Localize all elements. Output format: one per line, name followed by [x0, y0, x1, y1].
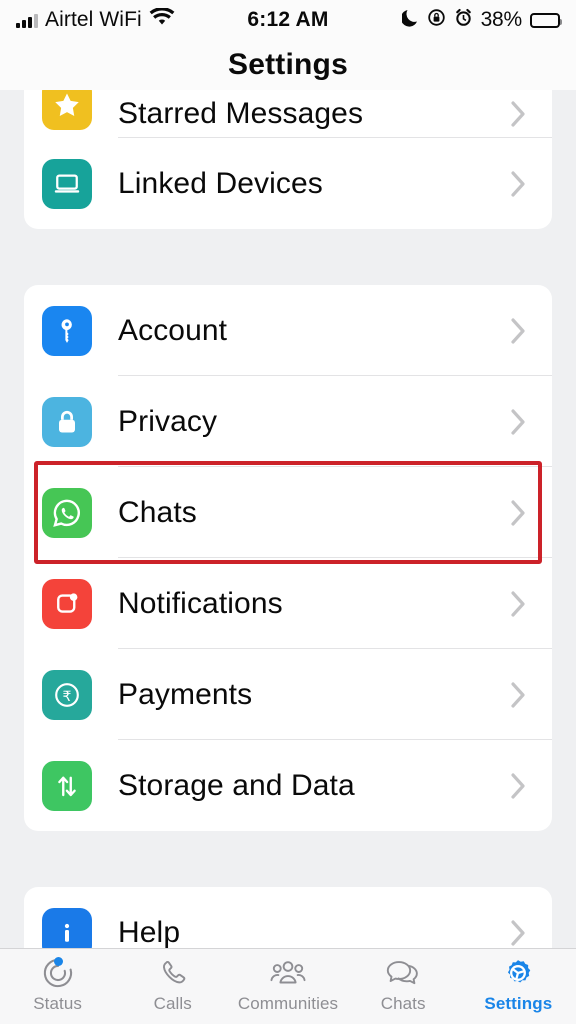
settings-row-label: Chats [118, 495, 197, 529]
settings-row-label: Notifications [118, 586, 283, 620]
key-icon [42, 305, 92, 356]
signal-bars-icon [16, 13, 38, 28]
chevron-right-icon [511, 590, 526, 617]
settings-row-storage-and-data[interactable]: Storage and Data [24, 740, 552, 831]
settings-row-label: Privacy [118, 404, 218, 438]
tab-label: Chats [380, 994, 426, 1013]
chevron-right-icon [511, 170, 526, 197]
page-title: Settings [228, 48, 348, 81]
chevron-right-icon [511, 317, 526, 344]
settings-row-linked-devices[interactable]: Linked Devices [24, 138, 552, 229]
whatsapp-settings-screen: Airtel WiFi 6:12 AM 38% Settings Starred… [0, 0, 576, 1024]
alarm-icon [454, 8, 473, 32]
chevron-right-icon [511, 919, 526, 946]
settings-row-chats-wrapper: Chats [24, 461, 552, 564]
battery-icon [530, 12, 562, 28]
settings-row-label: Account [118, 313, 228, 347]
nav-bar: Settings [0, 40, 576, 90]
clock-label: 6:12 AM [247, 8, 329, 31]
tab-communities[interactable]: Communities [230, 955, 345, 1014]
tab-label: Communities [237, 994, 339, 1013]
chevron-right-icon [511, 101, 526, 127]
whatsapp-icon [42, 487, 92, 538]
settings-row-label: Storage and Data [118, 768, 355, 802]
tab-chats[interactable]: Chats [346, 955, 461, 1014]
tab-label: Settings [484, 994, 553, 1013]
settings-row-starred-messages[interactable]: Starred Messages [24, 90, 552, 138]
status-badge-dot [53, 957, 63, 966]
battery-percent-label: 38% [480, 8, 523, 31]
settings-row-label: Linked Devices [118, 166, 323, 200]
wifi-icon [149, 7, 175, 32]
settings-row-chats[interactable]: Chats [24, 467, 552, 558]
gear-icon [501, 955, 535, 991]
settings-row-label: Help [118, 915, 181, 949]
settings-row-label: Starred Messages [118, 97, 364, 130]
settings-row-payments[interactable]: ₹ Payments [24, 649, 552, 740]
chevron-right-icon [511, 408, 526, 435]
tab-status[interactable]: Status [0, 955, 115, 1014]
tab-label: Calls [153, 994, 192, 1013]
status-bar-right: 38% [400, 8, 562, 32]
chevron-right-icon [511, 772, 526, 799]
settings-row-account[interactable]: Account [24, 285, 552, 376]
settings-row-label: Payments [118, 677, 253, 711]
svg-text:₹: ₹ [63, 688, 72, 704]
laptop-icon [42, 158, 92, 209]
status-bar: Airtel WiFi 6:12 AM 38% [0, 0, 576, 40]
tab-bar: Status Calls Communities Chats Settings [0, 948, 576, 1024]
chevron-right-icon [511, 499, 526, 526]
settings-row-notifications[interactable]: Notifications [24, 558, 552, 649]
status-bar-left: Airtel WiFi [16, 7, 175, 32]
settings-list[interactable]: Starred Messages Linked Devices Account … [0, 90, 576, 1024]
tab-label: Status [33, 994, 82, 1013]
carrier-label: Airtel WiFi [45, 8, 142, 31]
status-ring-icon [41, 955, 75, 991]
phone-icon [157, 955, 189, 991]
settings-group-main: Account Privacy Chats Notifications ₹ Pa… [24, 285, 552, 831]
settings-group-top: Starred Messages Linked Devices [24, 90, 552, 229]
chevron-right-icon [511, 681, 526, 708]
moon-icon [400, 8, 419, 32]
settings-row-privacy[interactable]: Privacy [24, 376, 552, 467]
lock-icon [42, 396, 92, 447]
storage-arrows-icon [42, 760, 92, 811]
rotation-lock-icon [427, 8, 446, 32]
rupee-circle-icon: ₹ [42, 669, 92, 720]
chat-bubbles-icon [384, 955, 422, 991]
communities-icon [269, 955, 307, 991]
notification-badge-icon [42, 578, 92, 629]
star-icon [42, 90, 92, 130]
tab-settings[interactable]: Settings [461, 955, 576, 1014]
tab-calls[interactable]: Calls [115, 955, 230, 1014]
